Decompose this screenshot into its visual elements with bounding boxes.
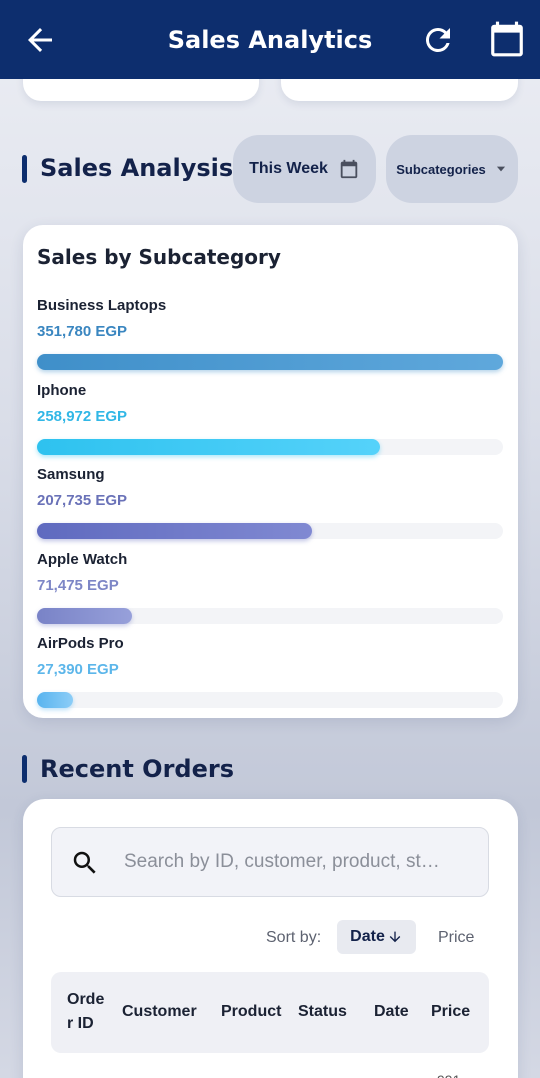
progress-bar-fill bbox=[37, 354, 503, 370]
progress-track bbox=[37, 354, 503, 370]
progress-bar-fill bbox=[37, 438, 380, 455]
progress-track bbox=[37, 438, 503, 455]
column-header-product[interactable]: Product bbox=[221, 1000, 281, 1024]
subcategory-name: Apple Watch bbox=[37, 550, 128, 568]
search-input[interactable] bbox=[124, 828, 474, 896]
calendar-button[interactable] bbox=[488, 20, 526, 58]
dropdown-arrow-icon bbox=[496, 166, 505, 172]
subcategory-row: Iphone 258,972 EGP bbox=[37, 382, 503, 455]
sort-label: Sort by: bbox=[266, 929, 322, 946]
subcategory-name: Iphone bbox=[37, 381, 87, 399]
sort-by-date-button[interactable]: Date bbox=[337, 920, 416, 954]
orders-table-header: Orde r ID Customer Product Status Date P… bbox=[51, 972, 489, 1053]
progress-track bbox=[37, 692, 503, 708]
column-header-order-id[interactable]: Orde r ID bbox=[67, 988, 111, 1036]
column-header-customer[interactable]: Customer bbox=[122, 1000, 197, 1024]
subcategory-row: AirPods Pro 27,390 EGP bbox=[37, 635, 503, 708]
progress-track bbox=[37, 523, 503, 539]
progress-bar-fill bbox=[37, 523, 312, 539]
calendar-icon bbox=[491, 21, 523, 57]
subcategory-row: Samsung 207,735 EGP bbox=[37, 466, 503, 539]
subcategory-sales-value: 207,735 EGP bbox=[37, 492, 128, 509]
subcategory-sales-value: 71,475 EGP bbox=[37, 576, 119, 594]
section-accent-bar bbox=[22, 755, 27, 783]
app-bar: Sales Analytics bbox=[0, 0, 540, 79]
column-header-date[interactable]: Date bbox=[374, 1000, 409, 1024]
page-title: Sales Analytics bbox=[167, 25, 373, 54]
subcategory-sales-value: 351,780 EGP bbox=[37, 323, 128, 340]
subcategory-dropdown-label: Subcategories bbox=[396, 161, 486, 177]
subcategory-name: AirPods Pro bbox=[37, 635, 124, 652]
arrow-left-icon bbox=[28, 28, 52, 52]
subcategory-row: Apple Watch 71,475 EGP bbox=[37, 551, 503, 624]
sales-by-subcategory-card: Sales by Subcategory Business Laptops 351… bbox=[23, 225, 518, 718]
column-header-status[interactable]: Status bbox=[298, 1000, 347, 1024]
search-icon bbox=[73, 851, 96, 874]
period-filter-chip[interactable]: This Week bbox=[233, 135, 376, 203]
column-header-price[interactable]: Price bbox=[431, 1000, 470, 1024]
back-button[interactable] bbox=[22, 22, 58, 58]
subcategory-name: Business Laptops bbox=[37, 297, 167, 314]
search-field[interactable] bbox=[51, 827, 489, 897]
arrow-down-icon bbox=[389, 931, 401, 943]
progress-track bbox=[37, 607, 503, 624]
section-accent-bar bbox=[22, 155, 27, 183]
subcategory-sales-value: 27,390 EGP bbox=[37, 661, 119, 678]
period-filter-label: This Week bbox=[249, 160, 328, 177]
subcategory-row: Business Laptops 351,780 EGP bbox=[37, 297, 503, 370]
refresh-icon bbox=[425, 27, 450, 52]
calendar-icon bbox=[340, 159, 358, 179]
progress-bar-fill bbox=[37, 692, 73, 708]
recent-orders-card: Sort by: Date Price Orde r ID Customer P… bbox=[23, 799, 518, 1078]
progress-bar-fill bbox=[37, 607, 132, 624]
refresh-button[interactable] bbox=[420, 22, 456, 58]
sort-by-date-label: Date bbox=[350, 928, 385, 945]
sort-by-price-button[interactable]: Price bbox=[438, 929, 474, 947]
sales-analysis-heading: Sales Analysis bbox=[40, 154, 234, 182]
subcategory-dropdown[interactable]: Subcategories bbox=[386, 135, 518, 203]
card-title: Sales by Subcategory bbox=[37, 245, 281, 269]
subcategory-name: Samsung bbox=[37, 466, 105, 483]
subcategory-sales-value: 258,972 EGP bbox=[37, 407, 128, 425]
table-row-peek: 991 bbox=[437, 1072, 460, 1078]
recent-orders-heading: Recent Orders bbox=[40, 755, 234, 783]
